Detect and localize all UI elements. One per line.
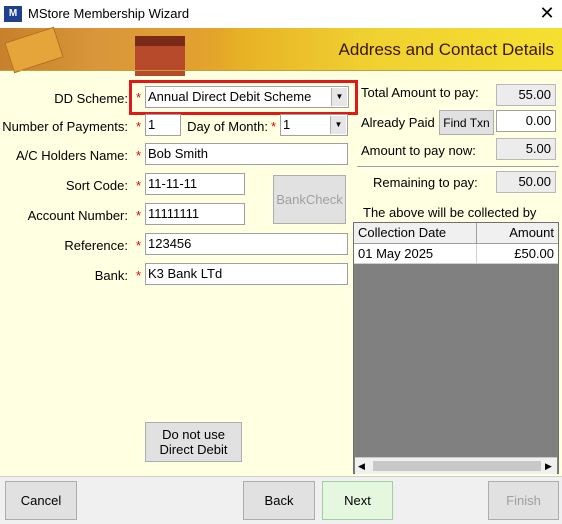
- pay-now-value: 5.00: [496, 138, 556, 160]
- scroll-right-icon[interactable]: ▶: [545, 458, 552, 474]
- row-date: 01 May 2025: [354, 244, 477, 263]
- bank-label: Bank:: [94, 268, 128, 283]
- remaining-label: Remaining to pay:: [373, 175, 478, 190]
- column-header-date[interactable]: Collection Date: [354, 223, 477, 243]
- required-marker: *: [136, 119, 142, 134]
- day-of-month-select[interactable]: 1 ▼: [280, 114, 348, 136]
- num-payments-input[interactable]: 1: [145, 114, 181, 136]
- scroll-left-icon[interactable]: ◀: [358, 458, 365, 474]
- column-header-amount[interactable]: Amount: [477, 223, 558, 243]
- chevron-down-icon[interactable]: ▼: [330, 116, 346, 134]
- remaining-value: 50.00: [496, 171, 556, 193]
- pay-now-label: Amount to pay now:: [361, 143, 476, 158]
- summary-separator: [357, 166, 559, 170]
- total-value: 55.00: [496, 84, 556, 106]
- row-amount: £50.00: [514, 246, 554, 261]
- find-txn-button[interactable]: Find Txn: [439, 110, 494, 135]
- back-button[interactable]: Back: [243, 481, 315, 520]
- close-icon[interactable]: ✕: [536, 2, 558, 24]
- scrollbar-thumb[interactable]: [373, 461, 541, 471]
- no-direct-debit-button[interactable]: Do not use Direct Debit: [145, 422, 242, 462]
- required-marker: *: [136, 178, 142, 193]
- already-paid-label: Already Paid: [361, 115, 435, 130]
- page-title: Address and Contact Details: [338, 40, 554, 59]
- no-dd-line2: Direct Debit: [159, 442, 228, 457]
- day-of-month-label: Day of Month:: [187, 119, 268, 134]
- no-dd-line1: Do not use: [162, 427, 225, 442]
- banner-divider: [0, 70, 562, 71]
- window-title: MStore Membership Wizard: [28, 6, 190, 21]
- holder-name-input[interactable]: Bob Smith: [145, 143, 348, 165]
- finish-button[interactable]: Finish: [488, 481, 559, 520]
- sort-code-input[interactable]: 11-11-11: [145, 173, 245, 195]
- table-header: Collection Date Amount: [354, 223, 558, 244]
- bankcheck-button[interactable]: BankCheck: [273, 175, 346, 224]
- required-marker: *: [136, 238, 142, 253]
- total-label: Total Amount to pay:: [361, 85, 479, 100]
- num-payments-label: Number of Payments:: [2, 119, 128, 134]
- required-marker: *: [136, 208, 142, 223]
- sort-code-label: Sort Code:: [65, 178, 128, 193]
- account-number-label: Account Number:: [27, 208, 128, 223]
- bank-input[interactable]: K3 Bank LTd: [145, 263, 348, 285]
- required-marker: *: [136, 268, 142, 283]
- holder-name-label: A/C Holders Name:: [16, 148, 128, 163]
- cancel-button[interactable]: Cancel: [5, 481, 77, 520]
- collection-schedule-table[interactable]: Collection Date Amount 01 May 2025 £50.0…: [353, 222, 559, 474]
- reference-input[interactable]: 123456: [145, 233, 348, 255]
- table-row[interactable]: 01 May 2025 £50.00: [354, 244, 558, 264]
- app-icon: M: [4, 6, 22, 22]
- already-paid-input[interactable]: 0.00: [496, 110, 556, 132]
- required-marker: *: [271, 119, 277, 134]
- highlight-box: [129, 80, 358, 115]
- horizontal-scrollbar[interactable]: ◀ ▶: [355, 457, 557, 474]
- reference-label: Reference:: [64, 238, 128, 253]
- account-number-input[interactable]: 11111111: [145, 203, 245, 225]
- required-marker: *: [136, 148, 142, 163]
- day-of-month-value: 1: [283, 117, 291, 132]
- dd-scheme-label: DD Scheme:: [54, 91, 128, 106]
- next-button[interactable]: Next: [322, 481, 393, 520]
